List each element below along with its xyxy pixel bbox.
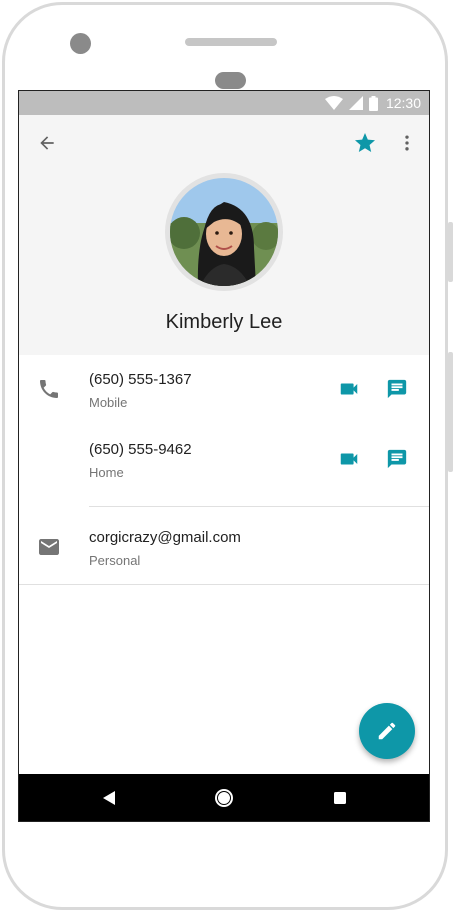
nav-recents-button[interactable] [316,774,364,821]
email-row-personal[interactable]: corgicrazy@gmail.com Personal [19,517,429,581]
front-camera [70,33,91,54]
message-icon [387,449,407,469]
message-icon [387,379,407,399]
video-call-button[interactable] [335,445,363,473]
video-call-button[interactable] [335,375,363,403]
phone-type-label: Mobile [89,395,128,410]
earpiece-speaker [185,38,277,46]
back-button[interactable] [31,127,63,159]
contact-header: Kimberly Lee [19,115,429,355]
edit-contact-fab[interactable] [359,703,415,759]
contact-name: Kimberly Lee [165,311,283,333]
more-vert-icon [405,135,409,151]
back-triangle-icon [103,791,115,805]
email-icon [39,539,59,555]
message-button[interactable] [383,445,411,473]
videocam-icon [340,453,358,465]
email-address: corgicrazy@gmail.com [89,529,241,546]
phone-number: (650) 555-9462 [89,441,192,458]
star-icon [355,133,375,152]
divider [89,506,429,507]
power-button [448,222,453,282]
more-options-button[interactable] [391,127,423,159]
phone-row-mobile[interactable]: (650) 555-1367 Mobile [19,359,429,423]
phone-type-label: Home [89,465,124,480]
avatar-photo [170,178,278,286]
nav-home-button[interactable] [200,774,248,821]
phone-number: (650) 555-1367 [89,371,192,388]
home-circle-icon [215,789,233,807]
status-bar: 12:30 [19,91,429,115]
proximity-sensor [215,72,246,89]
arrow-back-icon [40,136,54,150]
favorite-button[interactable] [349,127,381,159]
phone-row-home[interactable]: (650) 555-9462 Home [19,429,429,493]
phone-icon [40,380,58,398]
recents-square-icon [334,792,346,804]
nav-back-button[interactable] [85,774,133,821]
wifi-icon [324,96,343,110]
status-time: 12:30 [385,95,421,111]
email-type-label: Personal [89,553,141,568]
signal-icon [348,96,363,110]
battery-icon [368,95,378,111]
volume-button [448,352,453,472]
videocam-icon [340,383,358,395]
screen: 12:30 Kimberly Lee (650) 555-1367 Mobile… [18,90,430,822]
message-button[interactable] [383,375,411,403]
edit-icon [378,722,396,740]
divider [19,584,429,585]
avatar [165,173,283,291]
navigation-bar [19,774,429,821]
